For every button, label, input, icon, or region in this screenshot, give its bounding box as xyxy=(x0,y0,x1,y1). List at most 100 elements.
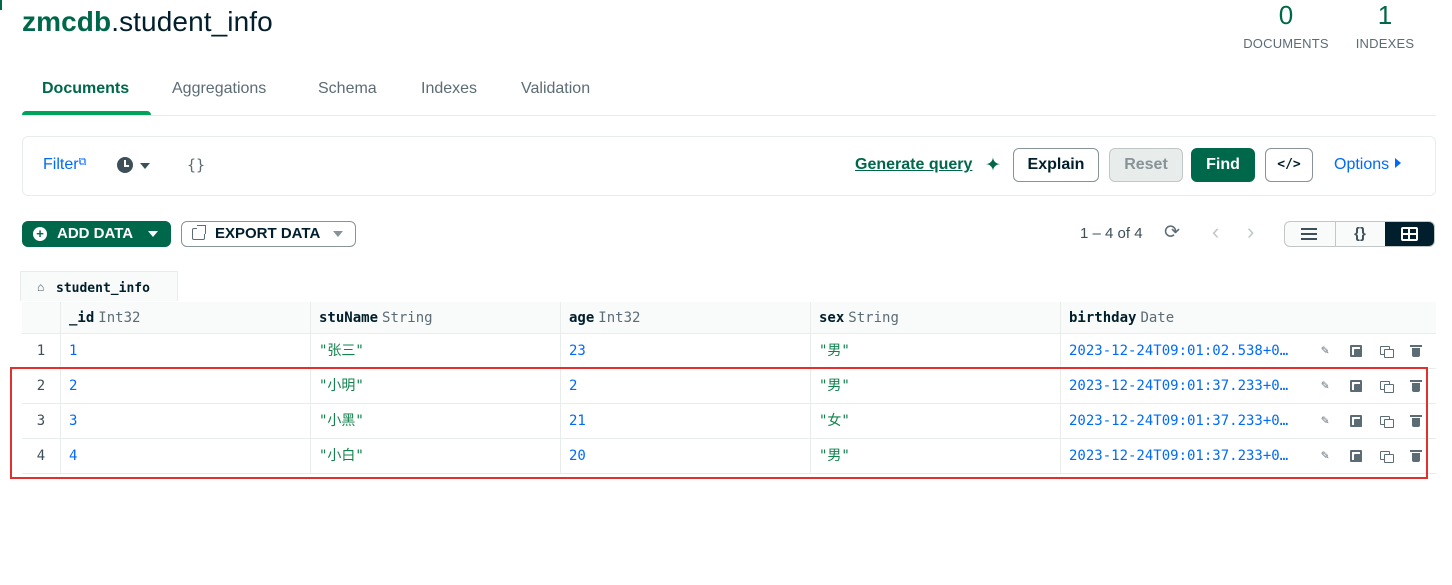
copy-icon[interactable] xyxy=(1349,414,1363,428)
table-view-icon xyxy=(1401,227,1418,241)
copy-icon[interactable] xyxy=(1349,449,1363,463)
generate-query-link[interactable]: Generate query xyxy=(855,156,972,174)
row-actions: ✎ xyxy=(22,439,1436,473)
code-toggle-button[interactable]: </> xyxy=(1265,148,1313,182)
tab-validation[interactable]: Validation xyxy=(521,80,590,98)
filter-input[interactable]: {} xyxy=(187,156,205,174)
trash-icon[interactable] xyxy=(1409,414,1423,428)
find-button[interactable]: Find xyxy=(1191,148,1255,182)
clone-icon[interactable] xyxy=(1379,344,1394,358)
clone-icon-shape xyxy=(1380,346,1394,358)
column-type: String xyxy=(382,310,433,326)
column-name: age xyxy=(569,310,595,326)
edit-icon[interactable]: ✎ xyxy=(1318,379,1332,393)
explain-button[interactable]: Explain xyxy=(1013,148,1099,182)
tab-schema[interactable]: Schema xyxy=(318,80,377,98)
table-row[interactable]: 1 1 "张三" 23 "男" 2023-12-24T09:01:02.538+… xyxy=(22,334,1436,369)
column-name: stuName xyxy=(319,310,379,326)
plus-circle-icon: + xyxy=(33,227,47,241)
table-row[interactable]: 2 2 "小明" 2 "男" 2023-12-24T09:01:37.233+0… xyxy=(22,369,1436,404)
row-actions: ✎ xyxy=(22,404,1436,438)
copy-icon-shape xyxy=(1350,450,1362,462)
refresh-icon[interactable]: ⟳ xyxy=(1164,221,1180,244)
row-actions: ✎ xyxy=(22,334,1436,368)
chevron-down-icon xyxy=(148,231,158,237)
clone-icon-shape xyxy=(1380,416,1394,428)
list-view-icon xyxy=(1301,228,1317,240)
indexes-label: INDEXES xyxy=(1355,36,1415,51)
column-header-stuname[interactable]: stuName String xyxy=(310,302,560,333)
export-data-label: EXPORT DATA xyxy=(215,225,321,242)
edit-icon[interactable]: ✎ xyxy=(1318,414,1332,428)
add-data-button[interactable]: + ADD DATA xyxy=(22,221,171,247)
clone-icon[interactable] xyxy=(1379,414,1394,428)
table-view-button[interactable] xyxy=(1385,222,1434,246)
copy-icon-shape xyxy=(1350,380,1362,392)
table-row[interactable]: 4 4 "小白" 20 "男" 2023-12-24T09:01:37.233+… xyxy=(22,439,1436,474)
clone-icon[interactable] xyxy=(1379,449,1394,463)
options-toggle[interactable]: Options xyxy=(1334,156,1402,174)
list-view-button[interactable] xyxy=(1285,222,1334,246)
database-name: zmcdb xyxy=(22,6,112,37)
export-data-button[interactable]: EXPORT DATA xyxy=(181,221,356,247)
column-header-birthday[interactable]: birthday Date xyxy=(1060,302,1436,333)
chevron-left-icon[interactable]: ‹ xyxy=(1212,219,1219,245)
query-bar: Filter⧉ {} Generate query ✦ Explain Rese… xyxy=(22,136,1436,196)
row-actions: ✎ xyxy=(22,369,1436,403)
external-link-icon: ⧉ xyxy=(78,156,87,168)
edit-icon[interactable]: ✎ xyxy=(1318,344,1332,358)
caret-right-icon xyxy=(1395,158,1402,168)
tab-aggregations[interactable]: Aggregations xyxy=(172,80,266,98)
chevron-down-icon xyxy=(333,231,343,237)
sparkle-icon: ✦ xyxy=(985,155,1001,176)
json-view-icon: {} xyxy=(1354,225,1366,242)
breadcrumb[interactable]: ⌂ student_info xyxy=(20,271,178,301)
trash-icon-shape xyxy=(1410,345,1422,357)
trash-icon-shape xyxy=(1410,380,1422,392)
chevron-right-icon[interactable]: › xyxy=(1247,219,1254,245)
copy-icon[interactable] xyxy=(1349,379,1363,393)
tab-indexes[interactable]: Indexes xyxy=(421,80,477,98)
column-header-sex[interactable]: sex String xyxy=(810,302,1060,333)
view-toggle: {} xyxy=(1284,221,1435,247)
documents-count: 0 xyxy=(1278,0,1294,30)
json-view-button[interactable]: {} xyxy=(1335,222,1384,246)
clone-icon[interactable] xyxy=(1379,379,1394,393)
trash-icon[interactable] xyxy=(1409,344,1423,358)
home-icon: ⌂ xyxy=(37,280,45,294)
documents-label: DOCUMENTS xyxy=(1243,36,1329,51)
trash-icon-shape xyxy=(1410,415,1422,427)
clock-icon[interactable] xyxy=(117,157,133,173)
export-icon xyxy=(192,225,206,240)
column-name: _id xyxy=(69,310,95,326)
pagination-text: 1 – 4 of 4 xyxy=(1080,225,1143,242)
column-type: Int32 xyxy=(98,310,141,326)
breadcrumb-label: student_info xyxy=(56,281,150,296)
collection-tabs: Documents Aggregations Schema Indexes Va… xyxy=(22,70,1436,116)
trash-icon[interactable] xyxy=(1409,379,1423,393)
edit-icon[interactable]: ✎ xyxy=(1318,449,1332,463)
table-row[interactable]: 3 3 "小黑" 21 "女" 2023-12-24T09:01:37.233+… xyxy=(22,404,1436,439)
copy-icon[interactable] xyxy=(1349,344,1363,358)
column-header-id[interactable]: _id Int32 xyxy=(60,302,310,333)
column-header-age[interactable]: age Int32 xyxy=(560,302,810,333)
left-edge-marker xyxy=(0,0,2,10)
indexes-count: 1 xyxy=(1377,0,1393,30)
indexes-stat: 1 INDEXES xyxy=(1352,0,1418,51)
reset-button[interactable]: Reset xyxy=(1109,148,1183,182)
collection-name: .student_info xyxy=(111,6,273,37)
column-type: String xyxy=(848,310,899,326)
tab-documents[interactable]: Documents xyxy=(42,80,129,98)
column-type: Int32 xyxy=(598,310,641,326)
options-label: Options xyxy=(1334,156,1390,173)
filter-link[interactable]: Filter⧉ xyxy=(43,156,86,174)
query-history-caret-icon[interactable] xyxy=(140,163,150,169)
row-number-header xyxy=(22,302,60,333)
active-tab-indicator xyxy=(22,111,151,115)
table-header: _id Int32 stuName String age Int32 sex Strin… xyxy=(22,302,1436,334)
filter-label: Filter xyxy=(43,156,79,173)
namespace-title: zmcdb.student_info xyxy=(22,6,273,38)
trash-icon[interactable] xyxy=(1409,449,1423,463)
trash-icon-shape xyxy=(1410,450,1422,462)
add-data-label: ADD DATA xyxy=(57,225,134,242)
